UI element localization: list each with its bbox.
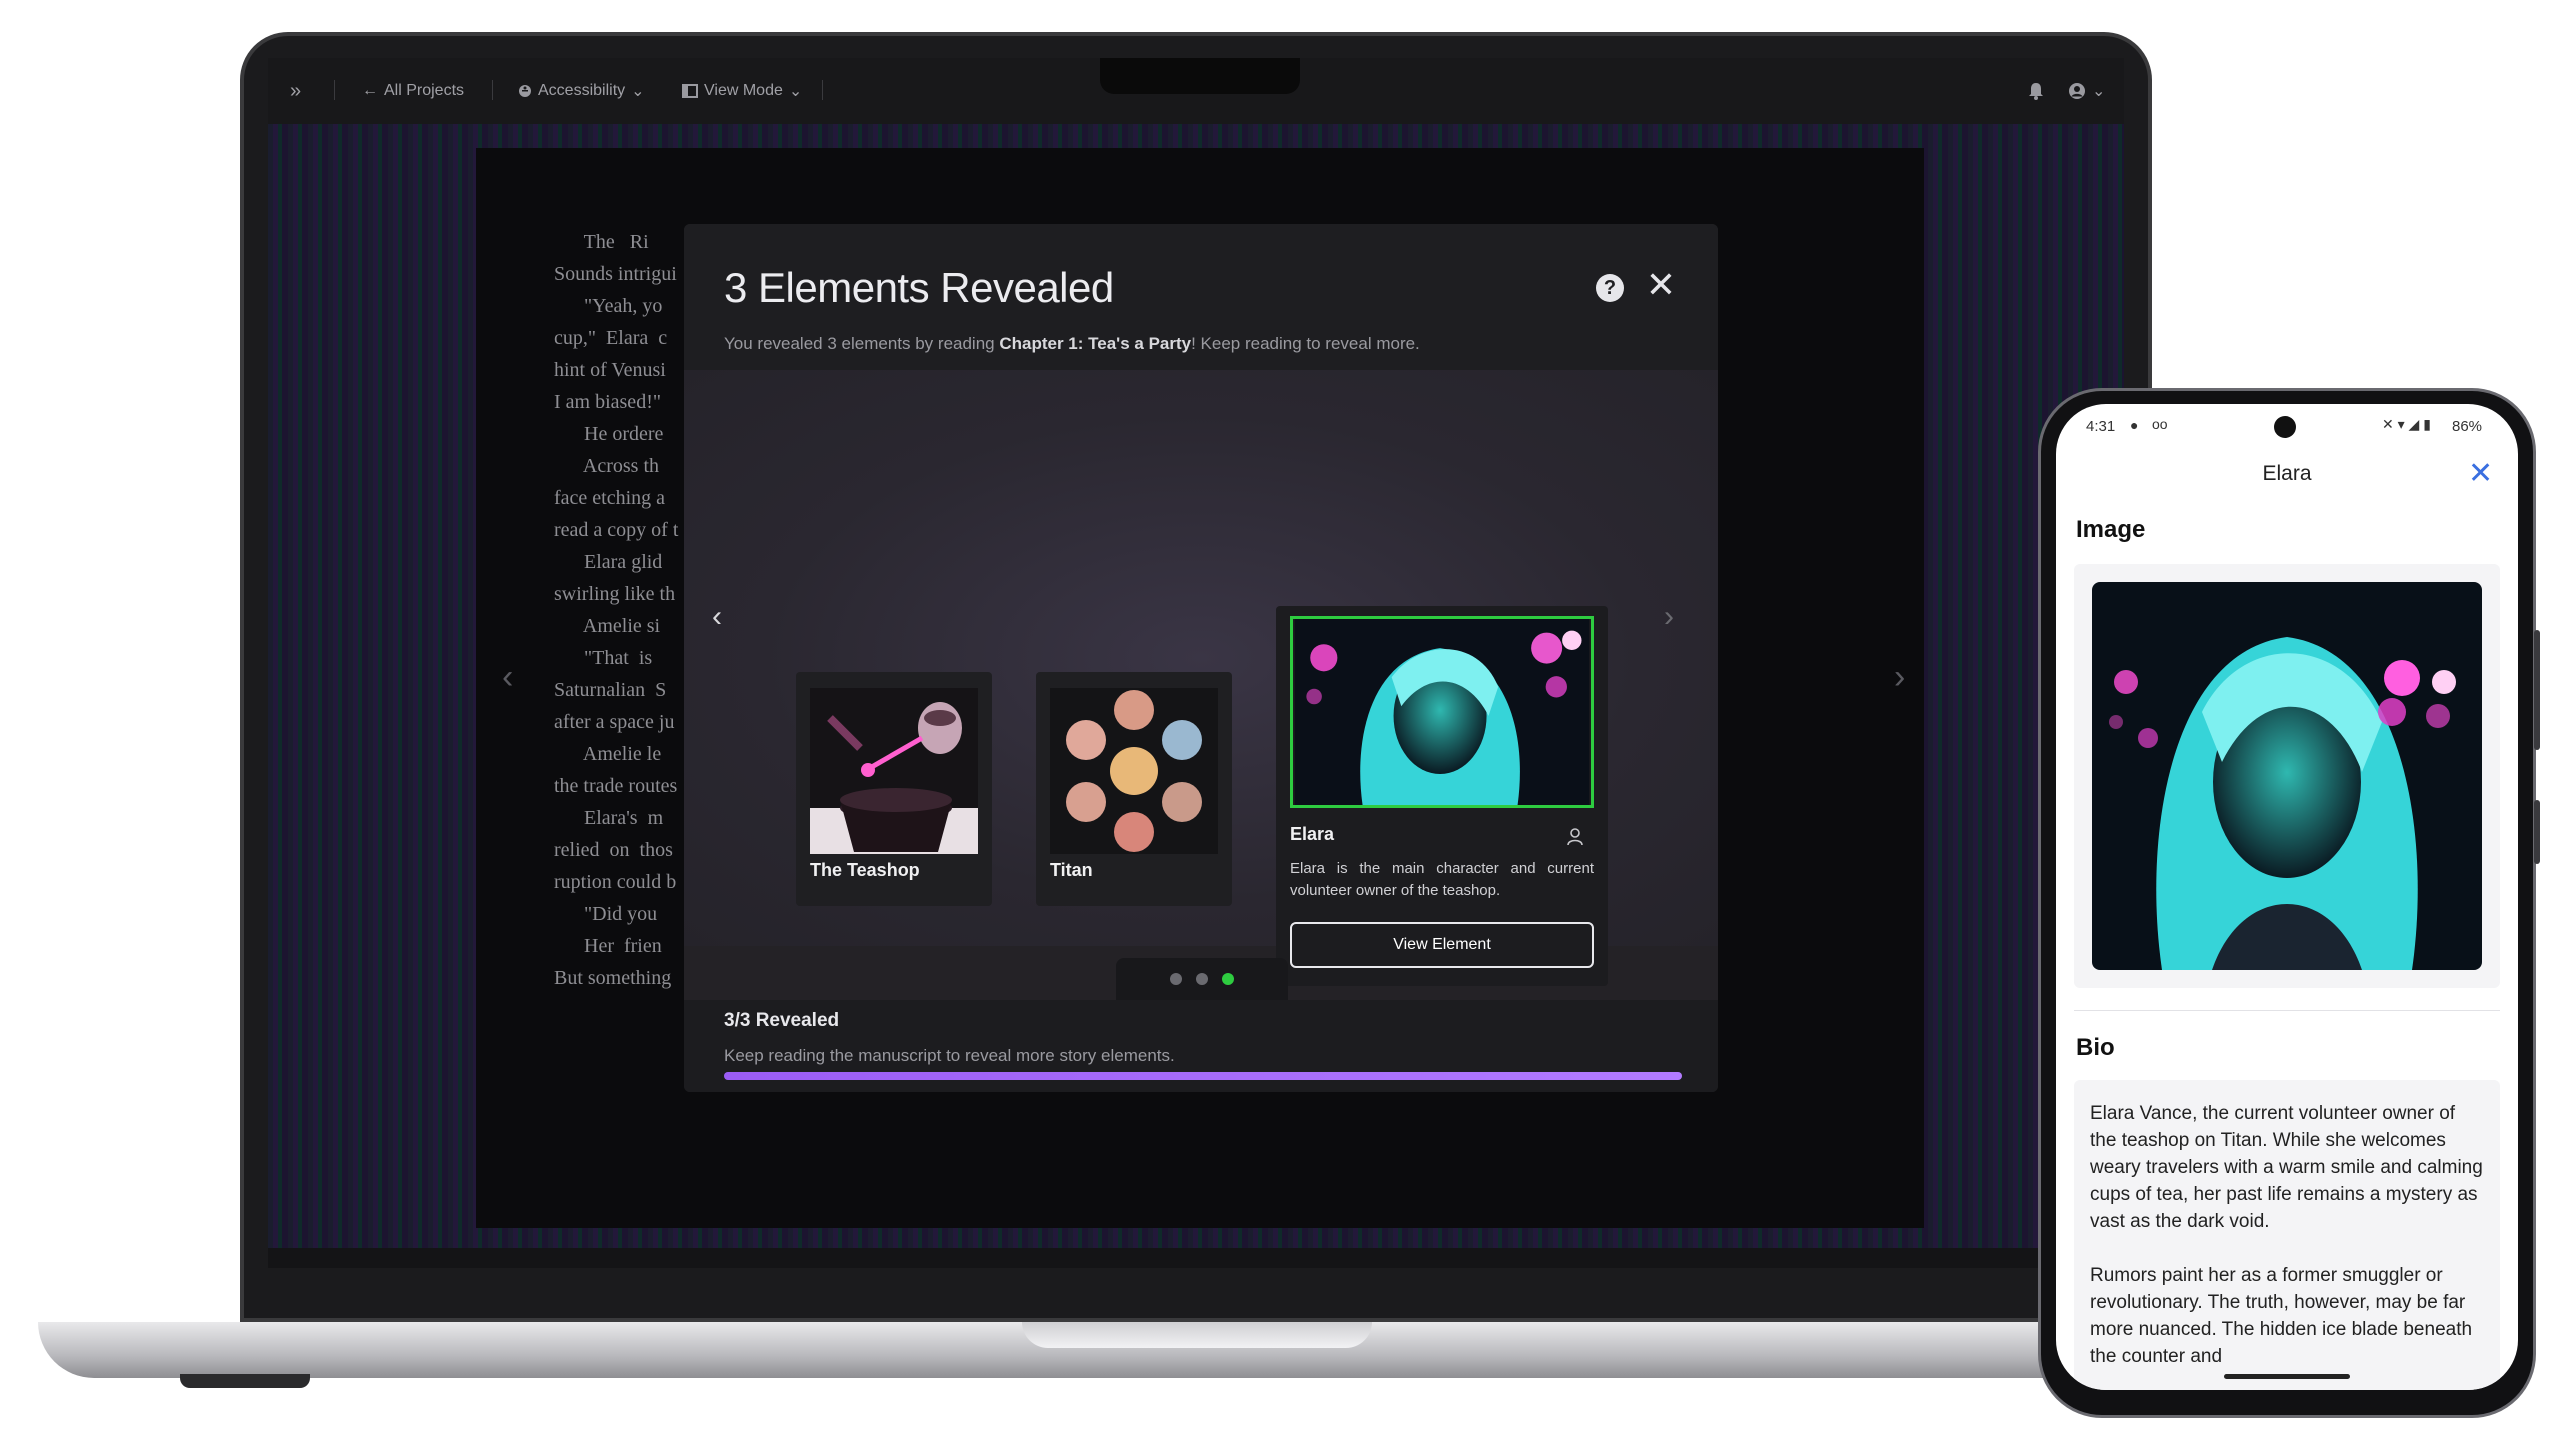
accessibility-icon bbox=[519, 85, 531, 97]
progress-track bbox=[724, 1072, 1682, 1080]
laptop-opening-notch bbox=[1022, 1322, 1372, 1348]
camera-notch bbox=[1100, 58, 1300, 94]
screen-bottom-strip bbox=[268, 1248, 2124, 1268]
card-description: Elara is the main character and current … bbox=[1290, 860, 1594, 899]
pagination-dot[interactable] bbox=[1196, 973, 1208, 985]
topbar-separator bbox=[492, 80, 493, 100]
bell-icon[interactable] bbox=[2028, 80, 2044, 102]
voicemail-icon: oo bbox=[2152, 416, 2168, 432]
help-button[interactable]: ? bbox=[1596, 274, 1624, 302]
phone-title: Elara bbox=[2262, 462, 2312, 485]
double-chevron-right-icon[interactable]: » bbox=[290, 80, 301, 102]
home-indicator[interactable] bbox=[2224, 1374, 2350, 1379]
card-label: The Teashop bbox=[810, 860, 920, 880]
chevron-left-icon[interactable]: ‹ bbox=[502, 658, 513, 697]
element-card-titan[interactable]: Titan bbox=[1036, 672, 1232, 906]
chevron-down-icon: ⌄ bbox=[788, 83, 803, 100]
topbar-separator bbox=[822, 80, 823, 100]
bio-text-box: Elara Vance, the current volunteer owner… bbox=[2074, 1080, 2500, 1390]
element-card-teashop[interactable]: The Teashop bbox=[796, 672, 992, 906]
modal-title: 3 Elements Revealed bbox=[724, 264, 1114, 311]
carousel-pagination bbox=[1116, 958, 1288, 1000]
image-heading: Image bbox=[2076, 516, 2146, 543]
elements-carousel: ‹ › The Teashop Titan Elara Elara is the… bbox=[684, 370, 1718, 986]
arrow-left-icon: ← bbox=[362, 82, 378, 99]
accessibility-label: Accessibility bbox=[538, 82, 626, 99]
carousel-prev-icon[interactable]: ‹ bbox=[712, 600, 722, 634]
status-time: 4:31 bbox=[2086, 418, 2116, 435]
person-icon bbox=[1567, 828, 1583, 846]
phone-status-bar: 4:31 ● oo ✕ ▾ ◢ ▮ 86% bbox=[2056, 404, 2518, 448]
view-mode-icon bbox=[682, 84, 698, 98]
subtitle-prefix: You revealed 3 elements by reading bbox=[724, 334, 1000, 353]
chat-icon: ● bbox=[2130, 417, 2139, 433]
laptop-foot-left bbox=[180, 1374, 310, 1388]
battery-level: 86% bbox=[2452, 418, 2483, 435]
card-label: Titan bbox=[1050, 860, 1093, 880]
user-circle-icon bbox=[2069, 83, 2085, 99]
all-projects-link[interactable]: ← All Projects bbox=[362, 80, 464, 102]
bio-paragraph: Elara Vance, the current volunteer owner… bbox=[2090, 1103, 2483, 1232]
account-menu[interactable]: ⌄ bbox=[2068, 80, 2105, 102]
bio-paragraph: Rumors paint her as a former smuggler or… bbox=[2090, 1265, 2473, 1367]
bio-heading: Bio bbox=[2076, 1034, 2115, 1061]
progress-fill bbox=[724, 1072, 1682, 1080]
revealed-hint: Keep reading the manuscript to reveal mo… bbox=[724, 1046, 1175, 1065]
elara-portrait-image bbox=[2092, 582, 2482, 970]
close-modal-button[interactable]: ✕ bbox=[1644, 267, 1678, 303]
pagination-dot[interactable] bbox=[1170, 973, 1182, 985]
section-divider bbox=[2074, 1010, 2500, 1011]
view-mode-label: View Mode bbox=[704, 82, 783, 99]
pagination-dot-active[interactable] bbox=[1222, 973, 1234, 985]
accessibility-menu[interactable]: Accessibility ⌄ bbox=[518, 80, 645, 102]
topbar-separator bbox=[334, 80, 335, 100]
chevron-right-icon[interactable]: › bbox=[1894, 658, 1905, 697]
teapot-image bbox=[810, 688, 978, 854]
close-icon[interactable]: ✕ bbox=[2468, 456, 2493, 491]
phone-volume-button bbox=[2534, 630, 2540, 750]
front-camera bbox=[2274, 416, 2296, 438]
subtitle-suffix: ! Keep reading to reveal more. bbox=[1191, 334, 1420, 353]
reveal-progress-footer: 3/3 Revealed Keep reading the manuscript… bbox=[684, 1000, 1718, 1092]
card-label: Elara bbox=[1290, 824, 1335, 844]
revealed-count: 3/3 Revealed bbox=[724, 1010, 840, 1031]
phone-screen: 4:31 ● oo ✕ ▾ ◢ ▮ 86% Elara ✕ Image Bio bbox=[2056, 404, 2518, 1390]
laptop-screen: » ← All Projects Accessibility ⌄ View Mo… bbox=[268, 58, 2124, 1268]
manuscript-text: The Ri Sounds intrigui "Yeah, yo cup," E… bbox=[554, 231, 679, 989]
all-projects-label: All Projects bbox=[384, 82, 465, 99]
chevron-down-icon: ⌄ bbox=[631, 83, 645, 100]
phone-power-button bbox=[2534, 800, 2540, 864]
elements-revealed-modal: 3 Elements Revealed You revealed 3 eleme… bbox=[684, 224, 1718, 1092]
planets-image bbox=[1050, 688, 1218, 854]
elara-portrait-image bbox=[1290, 616, 1594, 808]
carousel-next-icon[interactable]: › bbox=[1664, 600, 1674, 634]
chapter-name: Chapter 1: Tea's a Party bbox=[999, 334, 1192, 353]
view-mode-menu[interactable]: View Mode ⌄ bbox=[682, 80, 802, 102]
image-container bbox=[2074, 564, 2500, 988]
app-topbar: » ← All Projects Accessibility ⌄ View Mo… bbox=[268, 58, 2124, 124]
element-card-elara[interactable]: Elara Elara is the main character and cu… bbox=[1276, 606, 1608, 986]
modal-subtitle: You revealed 3 elements by reading Chapt… bbox=[724, 334, 1420, 354]
chevron-down-icon: ⌄ bbox=[2092, 83, 2106, 100]
signal-wifi-icons: ✕ ▾ ◢ ▮ bbox=[2382, 416, 2431, 432]
view-element-button[interactable]: View Element bbox=[1290, 922, 1594, 968]
